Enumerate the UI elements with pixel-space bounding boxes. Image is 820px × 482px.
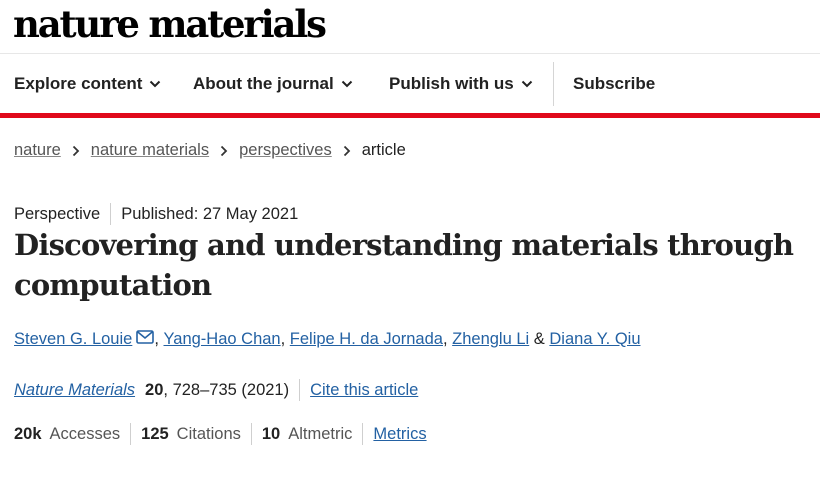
chevron-down-icon xyxy=(150,80,161,88)
altmetric-label: Altmetric xyxy=(288,424,353,443)
journal-link[interactable]: Nature Materials xyxy=(14,381,135,400)
author-link[interactable]: Felipe H. da Jornada xyxy=(290,330,443,349)
breadcrumb-item-perspectives[interactable]: perspectives xyxy=(239,141,332,160)
nav-about-journal-label: About the journal xyxy=(193,74,334,93)
article-meta: Perspective Published: 27 May 2021 xyxy=(14,203,298,225)
citations-count: 125 xyxy=(141,424,169,443)
nav-publish-with-us[interactable]: Publish with us xyxy=(389,54,533,114)
pages-year: , 728–735 (2021) xyxy=(163,380,290,399)
accent-bar xyxy=(0,113,820,118)
metrics-divider xyxy=(362,423,364,445)
subscribe-link[interactable]: Subscribe xyxy=(573,54,655,114)
article-type: Perspective xyxy=(14,204,101,223)
breadcrumb: nature nature materials perspectives art… xyxy=(14,141,406,160)
citation-line: Nature Materials 20 , 728–735 (2021) Cit… xyxy=(14,379,418,401)
altmetric-count: 10 xyxy=(261,424,281,443)
author-link[interactable]: Zhenglu Li xyxy=(452,330,529,349)
metrics-link[interactable]: Metrics xyxy=(373,425,426,444)
meta-divider xyxy=(110,203,112,225)
subscribe-label: Subscribe xyxy=(573,74,656,93)
nav-explore-content[interactable]: Explore content xyxy=(14,54,161,114)
accesses-label: Accesses xyxy=(49,424,121,443)
citations-label: Citations xyxy=(176,424,241,443)
author-link[interactable]: Yang-Hao Chan xyxy=(164,330,281,349)
chevron-right-icon xyxy=(220,145,228,157)
author-separator: , xyxy=(154,330,164,348)
author-separator: & xyxy=(529,330,550,348)
main-nav: Explore content About the journal Publis… xyxy=(0,54,820,114)
chevron-down-icon xyxy=(521,80,532,88)
nav-explore-content-label: Explore content xyxy=(14,74,143,93)
nav-divider xyxy=(553,62,554,106)
citation-divider xyxy=(299,379,301,401)
article-title: Discovering and understanding materials … xyxy=(14,228,794,302)
breadcrumb-current: article xyxy=(361,141,406,159)
author-link[interactable]: Diana Y. Qiu xyxy=(549,330,640,349)
envelope-icon[interactable] xyxy=(136,330,155,344)
volume: 20 xyxy=(145,380,164,399)
breadcrumb-item-nature[interactable]: nature xyxy=(14,141,61,160)
metrics-divider xyxy=(130,423,132,445)
published-date: Published: 27 May 2021 xyxy=(121,204,299,223)
breadcrumb-item-nature-materials[interactable]: nature materials xyxy=(91,141,209,160)
author-list: Steven G. Louie , Yang-Hao Chan , Felipe… xyxy=(14,330,641,349)
metrics-divider xyxy=(250,423,252,445)
site-logo[interactable]: nature materials xyxy=(13,0,327,48)
chevron-right-icon xyxy=(343,145,351,157)
author-separator: , xyxy=(442,330,453,348)
article-metrics: 20k Accesses 125 Citations 10 Altmetric … xyxy=(14,423,427,445)
chevron-down-icon xyxy=(341,80,352,88)
author-link[interactable]: Steven G. Louie xyxy=(14,330,132,349)
cite-this-article-link[interactable]: Cite this article xyxy=(310,381,418,400)
author-separator: , xyxy=(280,330,290,348)
nav-about-journal[interactable]: About the journal xyxy=(193,54,353,114)
accesses-count: 20k xyxy=(14,424,42,443)
nav-publish-with-us-label: Publish with us xyxy=(389,74,514,93)
chevron-right-icon xyxy=(72,145,80,157)
